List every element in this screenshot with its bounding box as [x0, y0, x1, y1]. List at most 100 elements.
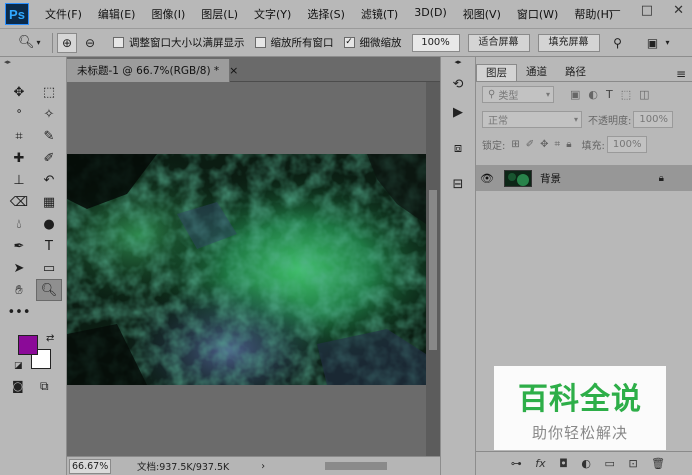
strip-collapse[interactable]: ◂▸ [441, 57, 475, 67]
scrubby-zoom-label: 细微缩放 [359, 37, 402, 49]
minimize-button[interactable]: — [608, 3, 621, 18]
link-layers-icon[interactable]: ⊶ [511, 457, 522, 470]
lock-image-icon[interactable]: ✐ [526, 139, 534, 150]
close-button[interactable]: ✕ [673, 3, 684, 18]
lock-transparent-icon[interactable]: ⊞ [511, 139, 519, 150]
menu-file[interactable]: 文件(F) [45, 6, 82, 22]
move-tool-icon[interactable]: ✥ [6, 81, 32, 103]
layer-style-icon[interactable]: fx [535, 457, 545, 470]
layer-row-background[interactable]: 👁︎ 背景 🔒︎ [476, 165, 692, 191]
rectangle-tool-icon[interactable]: ▭ [36, 257, 62, 279]
blend-mode-select[interactable]: 正常 ▾ [482, 111, 582, 128]
zoom-in-button[interactable]: ⊕ [57, 32, 77, 53]
zoom-out-button[interactable]: ⊖ [80, 33, 100, 53]
tab-layers[interactable]: 图层 [476, 64, 517, 81]
zoom-tool-icon[interactable]: 🔍︎ [36, 279, 62, 301]
separator [52, 32, 53, 53]
crop-tool-icon[interactable]: ⌗ [6, 125, 32, 147]
tab-channels[interactable]: 通道 [517, 64, 556, 81]
filter-type-label: 类型 [498, 91, 519, 102]
clone-stamp-tool-icon[interactable]: ⊥ [6, 169, 32, 191]
percent-100-button[interactable]: 100% [411, 33, 460, 52]
status-menu-arrow[interactable]: › [261, 461, 265, 472]
actions-panel-icon[interactable]: ▶ [445, 101, 471, 123]
tab-paths[interactable]: 路径 [556, 64, 595, 81]
lock-all-icon[interactable]: 🔒︎ [566, 139, 571, 150]
default-colors-icon[interactable]: ◪ [14, 361, 23, 371]
hand-tool-icon[interactable]: ✋︎ [6, 279, 32, 301]
blur-tool-icon[interactable]: 💧︎ [6, 213, 32, 235]
lock-position-icon[interactable]: ✥ [540, 139, 548, 150]
gradient-tool-icon[interactable]: ▦ [36, 191, 62, 213]
resize-windows-checkbox[interactable]: 调整窗口大小以满屏显示 [113, 35, 245, 50]
zoom-level-field[interactable]: 66.67% [69, 458, 111, 474]
path-selection-tool-icon[interactable]: ➤ [6, 257, 32, 279]
marquee-tool-icon[interactable]: ⬚ [36, 81, 62, 103]
close-tab-icon[interactable]: × [229, 64, 238, 77]
new-group-icon[interactable]: ▭ [605, 457, 615, 470]
vertical-scrollbar[interactable] [426, 82, 440, 456]
type-tool-icon[interactable]: T [36, 235, 62, 257]
screen-mode-icon[interactable]: ⧉ [40, 379, 49, 394]
3d-panel-icon[interactable]: ⧈ [445, 137, 471, 159]
pen-tool-icon[interactable]: ✒ [6, 235, 32, 257]
eye-icon[interactable]: 👁︎ [476, 172, 498, 185]
new-layer-icon[interactable]: ⊡ [628, 457, 637, 470]
maximize-button[interactable]: □ [641, 3, 653, 18]
add-mask-icon[interactable]: ◘ [559, 457, 568, 470]
menu-image[interactable]: 图像(I) [151, 6, 185, 22]
filter-shape-icon[interactable]: ⬚ [621, 88, 631, 101]
menu-window[interactable]: 窗口(W) [517, 6, 558, 22]
menu-view[interactable]: 视图(V) [463, 6, 501, 22]
fill-field[interactable]: 100% [606, 136, 647, 153]
zoom-tool-icon: 🔍︎ [18, 35, 35, 50]
magic-wand-tool-icon[interactable]: ✧ [36, 103, 62, 125]
layer-filter-select[interactable]: ⚲ 类型 ▾ [482, 86, 554, 103]
horizontal-scroll-thumb[interactable] [325, 462, 387, 470]
healing-brush-tool-icon[interactable]: ✚ [6, 147, 32, 169]
vertical-scroll-thumb[interactable] [429, 190, 437, 350]
more-tools-icon[interactable]: ••• [6, 301, 32, 323]
filter-adjustment-icon[interactable]: ◐ [588, 88, 598, 101]
swap-colors-icon[interactable]: ⇄ [46, 333, 54, 344]
foreground-color-swatch[interactable] [18, 335, 38, 355]
menu-edit[interactable]: 编辑(E) [98, 6, 136, 22]
search-icon[interactable]: ⚲ [608, 33, 628, 53]
panel-menu-icon[interactable]: ≡ [676, 67, 686, 81]
eyedropper-tool-icon[interactable]: ✎ [36, 125, 62, 147]
lock-label: 锁定: [482, 141, 506, 152]
menu-select[interactable]: 选择(S) [307, 6, 345, 22]
lasso-tool-icon[interactable]: ᐤ [6, 103, 32, 125]
opacity-field[interactable]: 100% [633, 111, 674, 128]
fill-screen-button[interactable]: 填充屏幕 [537, 33, 600, 52]
fit-screen-button[interactable]: 适合屏幕 [467, 33, 530, 52]
document-tab[interactable]: 未标题-1 @ 66.7%(RGB/8) * × [67, 59, 238, 82]
menu-3d[interactable]: 3D(D) [414, 6, 447, 22]
collapsed-panels-strip: ◂▸ ⟲ ▶ ⧈ ⊟ [440, 57, 476, 475]
eraser-tool-icon[interactable]: ⌫ [6, 191, 32, 213]
filter-smart-object-icon[interactable]: ◫ [639, 88, 649, 101]
quick-mask-icon[interactable]: ◙ [12, 379, 24, 393]
delete-layer-icon[interactable]: 🗑︎ [651, 457, 665, 470]
history-brush-tool-icon[interactable]: ↶ [36, 169, 62, 191]
menu-bar: Ps 文件(F) 编辑(E) 图像(I) 图层(L) 文字(Y) 选择(S) 滤… [0, 0, 692, 29]
dodge-tool-icon[interactable]: ● [36, 213, 62, 235]
brush-tool-icon[interactable]: ✐ [36, 147, 62, 169]
zoom-all-windows-checkbox[interactable]: 缩放所有窗口 [254, 35, 334, 50]
filter-pixel-icon[interactable]: ▣ [570, 88, 580, 101]
workspace-icon[interactable]: ▣ [643, 33, 663, 53]
checkbox-checked: ✓ [343, 37, 355, 48]
scrubby-zoom-checkbox[interactable]: ✓ 细微缩放 [343, 35, 402, 50]
document-image[interactable] [67, 154, 426, 385]
lock-artboard-icon[interactable]: ⌗ [555, 139, 561, 150]
history-panel-icon[interactable]: ⟲ [445, 73, 471, 95]
adjustment-layer-icon[interactable]: ◐ [581, 457, 591, 470]
filter-type-icon[interactable]: T [606, 88, 613, 101]
menu-layer[interactable]: 图层(L) [201, 6, 238, 22]
toolbox-collapse[interactable]: ◂▸ [0, 57, 66, 67]
menu-type[interactable]: 文字(Y) [254, 6, 291, 22]
tool-preset-picker[interactable]: 🔍︎ ▾ [18, 35, 48, 50]
chevron-down-icon[interactable]: ▾ [666, 38, 670, 47]
properties-panel-icon[interactable]: ⊟ [445, 173, 471, 195]
menu-filter[interactable]: 滤镜(T) [361, 6, 398, 22]
